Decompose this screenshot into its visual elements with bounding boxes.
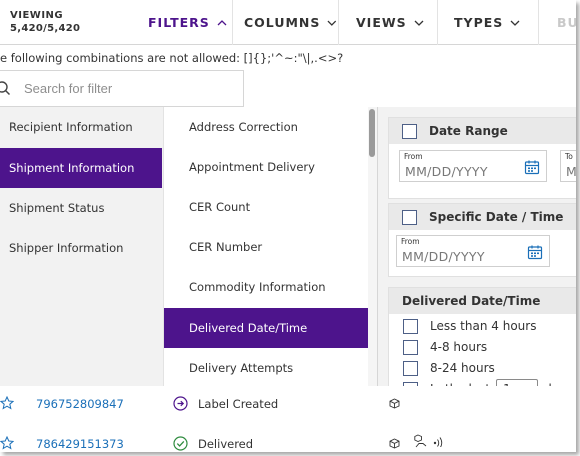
tab-columns-label: COLUMNS: [244, 15, 321, 30]
category-shipment-information[interactable]: Shipment Information: [0, 148, 162, 188]
tab-views[interactable]: VIEWS: [338, 0, 437, 45]
invalid-characters-notice: e following combinations are not allowed…: [0, 51, 344, 65]
option-label: Less than 4 hours: [430, 319, 537, 333]
filter-category-list: Recipient Information Shipment Informati…: [0, 107, 163, 397]
search-input[interactable]: [24, 81, 224, 96]
signal-icon: [433, 437, 443, 447]
to-label: To: [565, 152, 573, 161]
filter-cer-count[interactable]: CER Count: [164, 187, 370, 227]
arrow-circle-icon: [173, 396, 188, 411]
viewing-count: 5,420/5,420: [10, 23, 81, 34]
status-text: Label Created: [198, 397, 279, 411]
star-icon[interactable]: [0, 436, 14, 450]
filter-address-correction[interactable]: Address Correction: [164, 107, 370, 147]
delivered-date-time-title: Delivered Date/Time: [402, 294, 541, 308]
category-shipper-information[interactable]: Shipper Information: [0, 228, 162, 268]
option-less-than-4-hours[interactable]: Less than 4 hours: [403, 317, 536, 335]
calendar-icon[interactable]: [527, 244, 543, 260]
specific-date-card: Specific Date / Time From MM/DD/YYYY: [388, 203, 576, 277]
category-label: Shipper Information: [9, 241, 124, 255]
tab-filters-label: FILTERS: [148, 15, 210, 30]
filter-field-list: Address Correction Appointment Delivery …: [163, 107, 377, 397]
viewing-label: VIEWING: [10, 10, 64, 21]
specific-date-checkbox[interactable]: [402, 209, 417, 225]
filter-appointment-delivery[interactable]: Appointment Delivery: [164, 147, 370, 187]
search-icon: [0, 80, 11, 95]
filter-label: Delivered Date/Time: [189, 321, 308, 335]
filter-search-box[interactable]: [0, 70, 244, 107]
specific-date-from-field[interactable]: From MM/DD/YYYY: [396, 235, 550, 267]
date-range-to-field[interactable]: To MM/DD/YYYY: [560, 150, 576, 182]
star-icon[interactable]: [0, 396, 14, 410]
category-shipment-status[interactable]: Shipment Status: [0, 188, 162, 228]
checkbox[interactable]: [403, 339, 418, 355]
date-range-from-field[interactable]: From MM/DD/YYYY: [399, 150, 547, 182]
specific-date-header: Specific Date / Time: [389, 204, 576, 230]
category-label: Recipient Information: [9, 120, 133, 134]
filter-delivery-attempts[interactable]: Delivery Attempts: [164, 348, 370, 388]
option-8-24-hours[interactable]: 8-24 hours: [403, 359, 495, 377]
filter-options-pane: Date Range From MM/DD/YYYY To MM/DD/YYYY…: [377, 107, 576, 400]
date-range-header: Date Range: [389, 118, 576, 144]
check-circle-icon: [173, 436, 188, 451]
category-recipient-information[interactable]: Recipient Information: [0, 107, 162, 147]
from-date-value: MM/DD/YYYY: [402, 249, 485, 264]
viewing-counter: VIEWING 5,420/5,420: [10, 9, 80, 35]
tab-bu-label: BU: [557, 15, 576, 30]
package-icon: [389, 438, 400, 449]
delivered-date-time-card: Delivered Date/Time Less than 4 hours 4-…: [388, 287, 576, 400]
table-row[interactable]: 796752809847 Label Created: [0, 386, 576, 426]
chevron-up-icon: [217, 19, 227, 25]
filters-dropdown-panel: Recipient Information Shipment Informati…: [0, 107, 576, 400]
filter-cer-number[interactable]: CER Number: [164, 227, 370, 267]
filter-delivered-date-time[interactable]: Delivered Date/Time: [164, 308, 370, 348]
package-icon: [389, 398, 400, 409]
filter-label: Commodity Information: [189, 280, 326, 294]
option-label: 4-8 hours: [430, 340, 488, 354]
from-label: From: [401, 237, 420, 246]
from-date-value: MM/DD/YYYY: [405, 164, 488, 179]
checkbox[interactable]: [403, 360, 418, 376]
checkbox[interactable]: [403, 318, 418, 334]
delivery-handoff-icon: [414, 434, 427, 448]
scrollbar-thumb[interactable]: [369, 109, 375, 157]
tab-filters[interactable]: FILTERS: [131, 0, 232, 45]
table-row[interactable]: 786429151373 Delivered: [0, 426, 576, 452]
specific-date-title: Specific Date / Time: [429, 210, 564, 224]
option-label: 8-24 hours: [430, 361, 495, 375]
category-label: Shipment Information: [9, 161, 135, 175]
option-4-8-hours[interactable]: 4-8 hours: [403, 338, 487, 356]
filter-list-scrollbar[interactable]: [368, 107, 377, 397]
tab-columns[interactable]: COLUMNS: [232, 0, 338, 45]
filter-page: VIEWING 5,420/5,420 FILTERS COLUMNS VIEW…: [0, 0, 576, 452]
status-text: Delivered: [198, 437, 254, 451]
tab-views-label: VIEWS: [356, 15, 407, 30]
calendar-icon[interactable]: [524, 159, 540, 175]
filter-label: Address Correction: [189, 120, 298, 134]
filter-label: Appointment Delivery: [189, 160, 315, 174]
filter-label: CER Count: [189, 200, 251, 214]
tracking-number-link[interactable]: 796752809847: [36, 397, 124, 411]
tab-types[interactable]: TYPES: [437, 0, 538, 45]
category-label: Shipment Status: [9, 201, 105, 215]
chevron-down-icon: [414, 20, 424, 26]
chevron-down-icon: [510, 20, 520, 26]
to-date-value: MM/DD/YYYY: [566, 164, 576, 179]
top-toolbar: VIEWING 5,420/5,420 FILTERS COLUMNS VIEW…: [0, 0, 576, 45]
tab-bu[interactable]: BU: [538, 0, 576, 45]
filter-label: CER Number: [189, 240, 263, 254]
date-range-checkbox[interactable]: [402, 123, 417, 139]
from-label: From: [404, 152, 423, 161]
tab-types-label: TYPES: [454, 15, 504, 30]
date-range-card: Date Range From MM/DD/YYYY To MM/DD/YYYY: [388, 117, 576, 199]
date-range-title: Date Range: [429, 124, 508, 138]
tracking-number-link[interactable]: 786429151373: [36, 437, 124, 451]
filter-label: Delivery Attempts: [189, 361, 294, 375]
filter-commodity-information[interactable]: Commodity Information: [164, 267, 370, 307]
delivered-date-time-header: Delivered Date/Time: [389, 288, 576, 314]
chevron-down-icon: [327, 20, 337, 26]
